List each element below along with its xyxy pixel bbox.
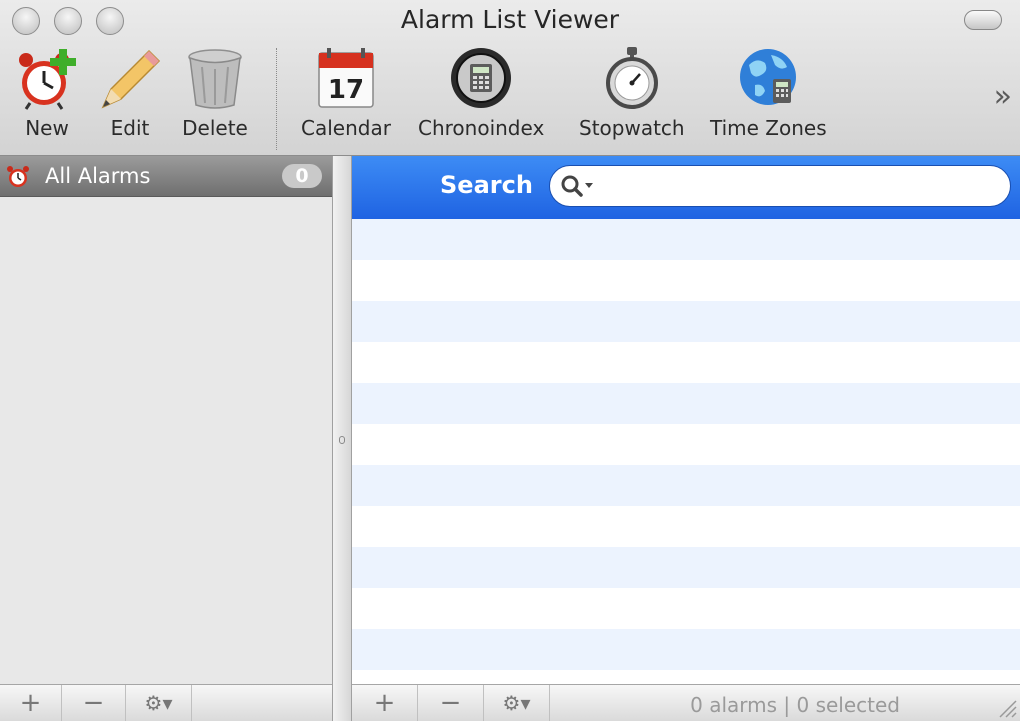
- remove-alarm-button[interactable]: −: [418, 685, 484, 721]
- new-label: New: [25, 116, 69, 140]
- sidebar-item-label: All Alarms: [45, 164, 151, 188]
- toolbar-toggle-button[interactable]: [964, 10, 1002, 30]
- search-input[interactable]: [598, 172, 1002, 202]
- alarm-list[interactable]: [352, 219, 1020, 685]
- toolbar-separator: [276, 48, 277, 150]
- trash-can-icon: [181, 44, 249, 112]
- chronoindex-button[interactable]: Chronoindex: [418, 44, 544, 140]
- alarm-clock-icon: [3, 161, 33, 191]
- list-row: [352, 301, 1020, 342]
- edit-label: Edit: [110, 116, 150, 140]
- stopwatch-label: Stopwatch: [579, 116, 685, 140]
- list-row: [352, 465, 1020, 506]
- add-group-button[interactable]: +: [0, 685, 62, 721]
- calendar-icon: 17: [312, 44, 380, 112]
- alarm-clock-plus-icon: [13, 44, 81, 112]
- list-bottom-bar: + − ⚙▾: [352, 684, 1020, 721]
- search-field[interactable]: [549, 165, 1011, 207]
- edit-button[interactable]: Edit: [96, 44, 164, 140]
- list-row: [352, 383, 1020, 424]
- remove-group-button[interactable]: −: [62, 685, 126, 721]
- new-button[interactable]: New: [13, 44, 81, 140]
- divider-grip[interactable]: [339, 436, 345, 444]
- stopwatch-icon: [598, 44, 666, 112]
- list-row: [352, 342, 1020, 383]
- delete-button[interactable]: Delete: [181, 44, 249, 140]
- search-label: Search: [440, 171, 533, 199]
- resize-grip-icon[interactable]: [994, 695, 1018, 719]
- list-row: [352, 547, 1020, 588]
- search-icon[interactable]: [560, 174, 596, 202]
- sidebar: All Alarms 0 + − ⚙▾: [0, 156, 333, 721]
- search-bar: Search: [352, 156, 1020, 219]
- delete-label: Delete: [182, 116, 248, 140]
- chronoindex-label: Chronoindex: [418, 116, 545, 140]
- list-row: [352, 506, 1020, 547]
- toolbar-overflow-button[interactable]: »: [994, 82, 1012, 112]
- gear-icon[interactable]: ⚙▾: [126, 685, 192, 721]
- gear-icon[interactable]: ⚙▾: [484, 685, 550, 721]
- sidebar-bottom-bar: + − ⚙▾: [0, 684, 332, 721]
- alarm-list-panel: Search + − ⚙▾ 0 alarms | 0 selected: [352, 156, 1020, 721]
- list-row: [352, 588, 1020, 629]
- window-title: Alarm List Viewer: [400, 5, 620, 34]
- split-view-divider[interactable]: [333, 156, 352, 721]
- list-row: [352, 629, 1020, 670]
- list-row: [352, 424, 1020, 465]
- stopwatch-button[interactable]: Stopwatch: [579, 44, 685, 140]
- pencil-icon: [96, 44, 164, 112]
- timezones-button[interactable]: Time Zones: [710, 44, 827, 140]
- timezones-label: Time Zones: [710, 116, 827, 140]
- app-window: Alarm List Viewer New Edit Delete 17 Cal…: [0, 0, 1020, 721]
- chronoindex-icon: [447, 44, 515, 112]
- alarm-count-badge: 0: [282, 164, 322, 188]
- list-row: [352, 219, 1020, 260]
- calendar-label: Calendar: [301, 116, 391, 140]
- list-row: [352, 260, 1020, 301]
- add-alarm-button[interactable]: +: [352, 685, 418, 721]
- status-text: 0 alarms | 0 selected: [690, 693, 900, 717]
- calendar-button[interactable]: 17 Calendar: [301, 44, 391, 140]
- calendar-day-text: 17: [328, 75, 364, 105]
- globe-icon: [734, 44, 802, 112]
- toolbar: Alarm List Viewer New Edit Delete 17 Cal…: [0, 0, 1020, 156]
- sidebar-item-all-alarms[interactable]: All Alarms 0: [0, 156, 332, 197]
